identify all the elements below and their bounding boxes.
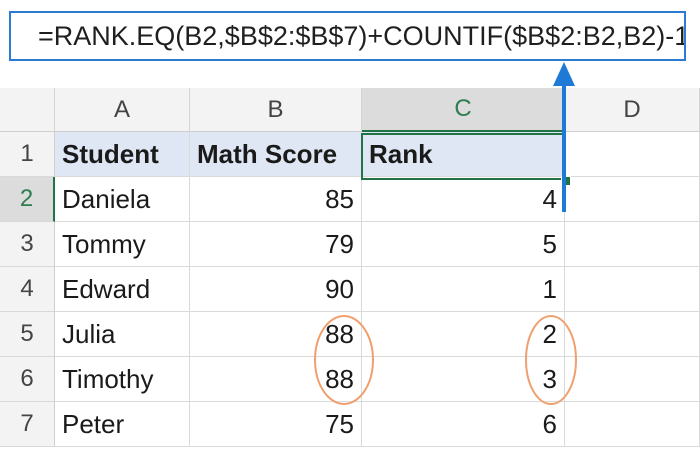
row-header-1[interactable]: 1 (0, 132, 55, 177)
column-header-a[interactable]: A (55, 88, 190, 132)
formula-bar[interactable]: =RANK.EQ(B2,$B$2:$B$7)+COUNTIF($B$2:B2,B… (9, 11, 686, 61)
cell-c5[interactable]: 2 (362, 312, 565, 357)
pointer-arrow-head-icon (553, 62, 575, 86)
cell-d4[interactable] (565, 267, 700, 312)
cell-b1[interactable]: Math Score (190, 132, 362, 177)
cell-a6[interactable]: Timothy (55, 357, 190, 402)
cell-c3[interactable]: 5 (362, 222, 565, 267)
cell-c6[interactable]: 3 (362, 357, 565, 402)
cell-a4[interactable]: Edward (55, 267, 190, 312)
cell-a7[interactable]: Peter (55, 402, 190, 447)
cell-a1[interactable]: Student (55, 132, 190, 177)
row-header-5[interactable]: 5 (0, 312, 55, 357)
row-header-2[interactable]: 2 (0, 177, 55, 222)
row-header-6[interactable]: 6 (0, 357, 55, 402)
cell-a5[interactable]: Julia (55, 312, 190, 357)
formula-text: =RANK.EQ(B2,$B$2:$B$7)+COUNTIF($B$2:B2,B… (38, 20, 686, 51)
column-header-b[interactable]: B (190, 88, 362, 132)
cell-a3[interactable]: Tommy (55, 222, 190, 267)
cell-b5[interactable]: 88 (190, 312, 362, 357)
cell-d6[interactable] (565, 357, 700, 402)
row-header-7[interactable]: 7 (0, 402, 55, 447)
cell-d7[interactable] (565, 402, 700, 447)
cell-a2[interactable]: Daniela (55, 177, 190, 222)
spreadsheet-grid: A B C D 1 Student Math Score Rank 2 Dani… (0, 88, 700, 450)
cell-b7[interactable]: 75 (190, 402, 362, 447)
cell-b3[interactable]: 79 (190, 222, 362, 267)
cell-c7[interactable]: 6 (362, 402, 565, 447)
cell-b2[interactable]: 85 (190, 177, 362, 222)
cell-c2[interactable]: 4 (362, 177, 565, 222)
select-all-corner[interactable] (0, 88, 55, 132)
column-header-c[interactable]: C (362, 88, 565, 132)
cell-d5[interactable] (565, 312, 700, 357)
row-header-3[interactable]: 3 (0, 222, 55, 267)
cell-d2[interactable] (565, 177, 700, 222)
cell-c1[interactable]: Rank (362, 132, 565, 177)
fill-handle[interactable] (561, 176, 571, 186)
column-header-d[interactable]: D (565, 88, 700, 132)
cell-d3[interactable] (565, 222, 700, 267)
cell-d1[interactable] (565, 132, 700, 177)
cell-b6[interactable]: 88 (190, 357, 362, 402)
row-header-4[interactable]: 4 (0, 267, 55, 312)
cell-b4[interactable]: 90 (190, 267, 362, 312)
cell-c4[interactable]: 1 (362, 267, 565, 312)
